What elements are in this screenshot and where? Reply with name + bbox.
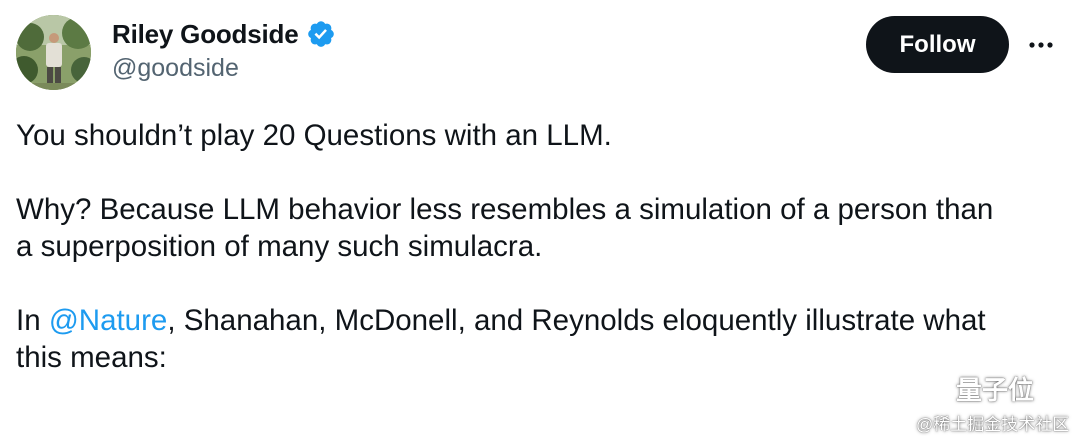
follow-button[interactable]: Follow	[866, 16, 1009, 73]
tweet-text: You shouldn’t play 20 Questions with an …	[16, 117, 1016, 376]
mention-link[interactable]: @Nature	[49, 304, 168, 337]
more-horizontal-icon[interactable]	[1026, 30, 1056, 60]
tweet-paragraph-1: You shouldn’t play 20 Questions with an …	[16, 119, 612, 152]
tweet-paragraph-2: Why? Because LLM behavior less resembles…	[16, 193, 994, 263]
watermark-logo: 量子位	[912, 370, 1034, 407]
author-handle[interactable]: @goodside	[112, 54, 239, 83]
author-name-row: Riley Goodside	[112, 16, 336, 52]
tweet-paragraph-3-prefix: In	[16, 304, 49, 337]
watermark-sub-text: @稀土掘金技术社区	[916, 415, 1070, 434]
tweet-paragraph-3: In @Nature, Shanahan, McDonell, and Reyn…	[16, 302, 1016, 376]
wechat-icon	[912, 370, 948, 407]
author-display-name[interactable]: Riley Goodside	[112, 19, 299, 50]
watermark-main-text: 量子位	[956, 375, 1035, 405]
verified-badge-icon	[306, 19, 336, 49]
avatar[interactable]	[16, 15, 91, 90]
tweet-card: Riley Goodside @goodside Follow You shou…	[0, 0, 1080, 436]
